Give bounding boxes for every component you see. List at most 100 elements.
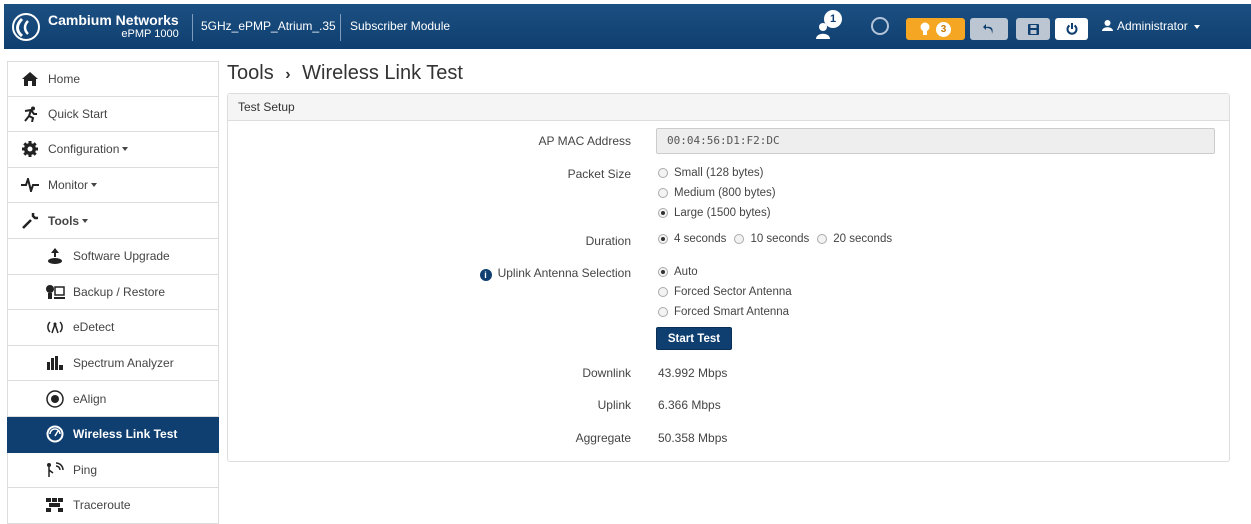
antenna-auto-radio[interactable]: Auto xyxy=(658,266,698,278)
quick-start-icon xyxy=(20,106,40,122)
sidebar-item-configuration[interactable]: Configuration xyxy=(7,132,219,168)
radio-label: 20 seconds xyxy=(833,233,893,245)
radio-indicator xyxy=(734,234,745,244)
radio-label: 10 seconds xyxy=(750,233,810,245)
radio-indicator xyxy=(658,307,668,317)
logo[interactable]: Cambium Networks ePMP 1000 xyxy=(4,4,192,49)
uplink-value: 6.366 Mbps xyxy=(658,398,721,412)
duration-4s-radio[interactable]: 4 seconds xyxy=(658,233,726,245)
gear-icon xyxy=(20,141,40,158)
notification-badge: 1 xyxy=(824,10,842,28)
globe-icon[interactable] xyxy=(871,17,889,35)
reboot-button[interactable] xyxy=(1055,18,1088,40)
sidebar-item-tools[interactable]: Tools xyxy=(7,203,219,239)
sidebar-item-backup-restore[interactable]: Backup / Restore xyxy=(7,274,219,311)
divider xyxy=(340,14,341,41)
sidebar-item-label: Backup / Restore xyxy=(73,284,166,299)
ping-icon xyxy=(45,462,65,478)
downlink-label: Downlink xyxy=(582,366,631,380)
radio-label: Large (1500 bytes) xyxy=(674,207,771,219)
notifications-button[interactable]: 1 xyxy=(816,10,842,40)
panel-title: Test Setup xyxy=(228,94,1229,121)
antenna-sector-radio[interactable]: Forced Sector Antenna xyxy=(658,286,792,298)
user-icon xyxy=(1102,20,1113,31)
sidebar-item-wireless-link-test[interactable]: Wireless Link Test xyxy=(7,416,219,453)
backup-icon xyxy=(45,284,65,300)
chevron-down-icon xyxy=(1194,24,1201,29)
radio-indicator xyxy=(658,234,668,244)
aggregate-value: 50.358 Mbps xyxy=(658,431,728,445)
chevron-down-icon xyxy=(122,147,129,152)
breadcrumb-current: Wireless Link Test xyxy=(302,62,463,84)
save-button[interactable] xyxy=(1016,18,1050,40)
packet-size-medium-radio[interactable]: Medium (800 bytes) xyxy=(658,187,776,199)
packet-size-small-radio[interactable]: Small (128 bytes) xyxy=(658,167,763,179)
page-title: Tools › Wireless Link Test xyxy=(227,62,463,85)
start-test-button[interactable]: Start Test xyxy=(656,327,732,350)
sidebar-item-ealign[interactable]: eAlign xyxy=(7,381,219,417)
sidebar-item-software-upgrade[interactable]: Software Upgrade xyxy=(7,238,219,275)
sidebar-item-edetect[interactable]: eDetect xyxy=(7,310,219,346)
radio-label: Small (128 bytes) xyxy=(674,167,764,179)
sidebar-item-label: Tools xyxy=(48,213,80,228)
duration-10s-radio[interactable]: 10 seconds xyxy=(734,233,809,245)
radio-label: Auto xyxy=(674,266,698,278)
sidebar-item-label: eAlign xyxy=(73,391,107,406)
sidebar-item-label: Software Upgrade xyxy=(73,249,170,264)
alerts-count: 3 xyxy=(936,21,951,37)
breadcrumb-separator: › xyxy=(285,66,291,83)
sidebar-item-label: Configuration xyxy=(48,142,120,157)
power-icon xyxy=(1066,23,1077,35)
brand-name: Cambium Networks xyxy=(48,11,179,28)
upgrade-icon xyxy=(45,248,65,265)
antenna-smart-radio[interactable]: Forced Smart Antenna xyxy=(658,306,789,318)
pulse-icon xyxy=(20,177,40,193)
sidebar-item-label: Traceroute xyxy=(73,498,131,513)
duration-20s-radio[interactable]: 20 seconds xyxy=(817,233,892,245)
sidebar-item-label: Spectrum Analyzer xyxy=(73,356,174,371)
info-icon[interactable]: i xyxy=(479,269,492,281)
sidebar-item-quick-start[interactable]: Quick Start xyxy=(7,96,219,133)
model-name: ePMP 1000 xyxy=(121,27,179,40)
ap-mac-field[interactable]: 00:04:56:D1:F2:DC xyxy=(656,128,1215,154)
radio-indicator xyxy=(658,267,668,277)
duration-options: 4 seconds 10 seconds 20 seconds xyxy=(658,233,900,245)
sidebar-item-monitor[interactable]: Monitor xyxy=(7,167,219,204)
speedometer-icon xyxy=(45,425,65,443)
bar-chart-icon xyxy=(45,355,65,371)
sidebar-item-home[interactable]: Home xyxy=(7,61,219,97)
undo-button[interactable] xyxy=(970,18,1008,40)
radio-indicator xyxy=(658,287,668,297)
sidebar-item-label: Monitor xyxy=(48,178,89,193)
device-mode: Subscriber Module xyxy=(350,19,451,33)
sidebar-item-label: Wireless Link Test xyxy=(73,427,178,442)
sidebar-item-traceroute[interactable]: Traceroute xyxy=(7,488,219,524)
radio-indicator xyxy=(658,168,668,178)
device-name: 5GHz_ePMP_Atrium_.35 xyxy=(201,19,336,33)
radio-indicator xyxy=(817,234,828,244)
downlink-value: 43.992 Mbps xyxy=(658,366,728,380)
duration-label: Duration xyxy=(585,234,631,248)
edetect-icon xyxy=(45,319,65,335)
sidebar-item-label: eDetect xyxy=(73,320,115,335)
radio-label: 4 seconds xyxy=(674,233,727,245)
sidebar-item-ping[interactable]: Ping xyxy=(7,452,219,489)
sidebar-item-label: Quick Start xyxy=(48,106,108,121)
user-menu[interactable]: Administrator xyxy=(1102,19,1201,33)
chevron-down-icon xyxy=(91,183,98,188)
divider xyxy=(192,14,193,41)
sidebar-item-label: Home xyxy=(48,71,81,86)
traceroute-icon xyxy=(45,497,65,513)
radio-label: Medium (800 bytes) xyxy=(674,187,776,199)
alerts-button[interactable]: 3 xyxy=(906,18,965,40)
bulb-icon xyxy=(920,22,930,35)
packet-size-large-radio[interactable]: Large (1500 bytes) xyxy=(658,207,771,219)
radio-indicator xyxy=(658,208,668,218)
antenna-selection-label: i Uplink Antenna Selection xyxy=(391,266,631,281)
uplink-label: Uplink xyxy=(597,398,631,412)
antenna-selection-text: Uplink Antenna Selection xyxy=(497,266,631,280)
sidebar-item-spectrum-analyzer[interactable]: Spectrum Analyzer xyxy=(7,345,219,382)
save-icon xyxy=(1027,23,1039,35)
breadcrumb-parent[interactable]: Tools xyxy=(227,62,274,84)
header-bar: Cambium Networks ePMP 1000 5GHz_ePMP_Atr… xyxy=(4,4,1251,49)
